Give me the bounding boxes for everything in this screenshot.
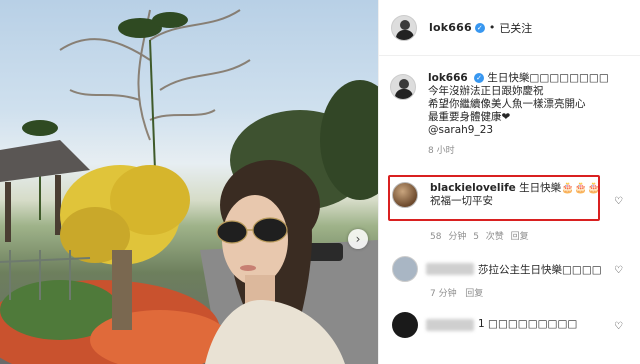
comment-meta: 7 分钟 回复 [430,286,483,299]
verified-badge-icon: ✓ [474,73,485,83]
following-button[interactable]: 已关注 [499,20,532,36]
commenter-avatar[interactable] [392,182,418,208]
verified-badge-icon: ✓ [474,22,485,33]
caption-line-1: 生日快樂□□□□□□□□ [487,72,609,84]
commenter-avatar[interactable] [392,312,418,338]
comment-body: 莎拉公主生日快樂□□□□ [478,264,602,276]
comment-text: blackielovelife 生日快樂🎂🎂🎂 祝福一切平安 [430,182,602,208]
commenter-username[interactable]: blackielovelife [430,182,516,194]
comment-item: blackielovelife 生日快樂🎂🎂🎂 祝福一切平安 [392,182,602,208]
comment-time: 58 分钟 [430,232,467,242]
post-header: lok666 ✓ • 已关注 [379,0,640,56]
caption-mention[interactable]: @sarah9_23 [428,124,493,136]
caption-username[interactable]: lok666 [428,72,468,84]
comment-meta: 58 分钟 5 次赞 回复 [430,229,529,242]
comment-reply-button[interactable]: 回复 [465,289,483,299]
commenter-avatar[interactable] [392,256,418,282]
blurred-username [426,263,474,275]
heart-icon[interactable]: ♡ [614,321,623,332]
heart-icon[interactable]: ♡ [614,265,623,276]
comment-time: 7 分钟 [430,289,457,299]
blurred-username [426,319,474,331]
caption-line-3: 希望你繼續像美人魚一樣漂亮開心 [428,98,586,110]
caption-avatar[interactable] [390,74,416,100]
comment-body: 1 □□□□□□□□□ [478,318,578,330]
caption-line-2: 今年沒辦法正日跟妳慶祝 [428,85,544,97]
caption-text: lok666 ✓ 生日快樂□□□□□□□□ 今年沒辦法正日跟妳慶祝 希望你繼續像… [428,72,636,158]
comment-body: 生日快樂🎂🎂🎂 [519,182,601,194]
next-image-button[interactable]: › [348,229,368,249]
comment-reply-button[interactable]: 回复 [511,232,529,242]
author-username[interactable]: lok666 [429,21,472,34]
post-photo: › [0,0,378,364]
separator-dot: • [488,21,496,34]
caption-block: lok666 ✓ 生日快樂□□□□□□□□ 今年沒辦法正日跟妳慶祝 希望你繼續像… [390,72,636,158]
heart-icon[interactable]: ♡ [614,196,623,207]
comment-likes[interactable]: 5 次赞 [473,232,504,242]
comment-body-line2: 祝福一切平安 [430,195,493,207]
chevron-right-icon: › [355,232,361,246]
author-avatar[interactable] [391,14,417,41]
caption-time: 8 小时 [428,146,455,156]
photo-scene [0,9,378,364]
caption-line-4: 最重要身體健康❤ [428,111,511,123]
